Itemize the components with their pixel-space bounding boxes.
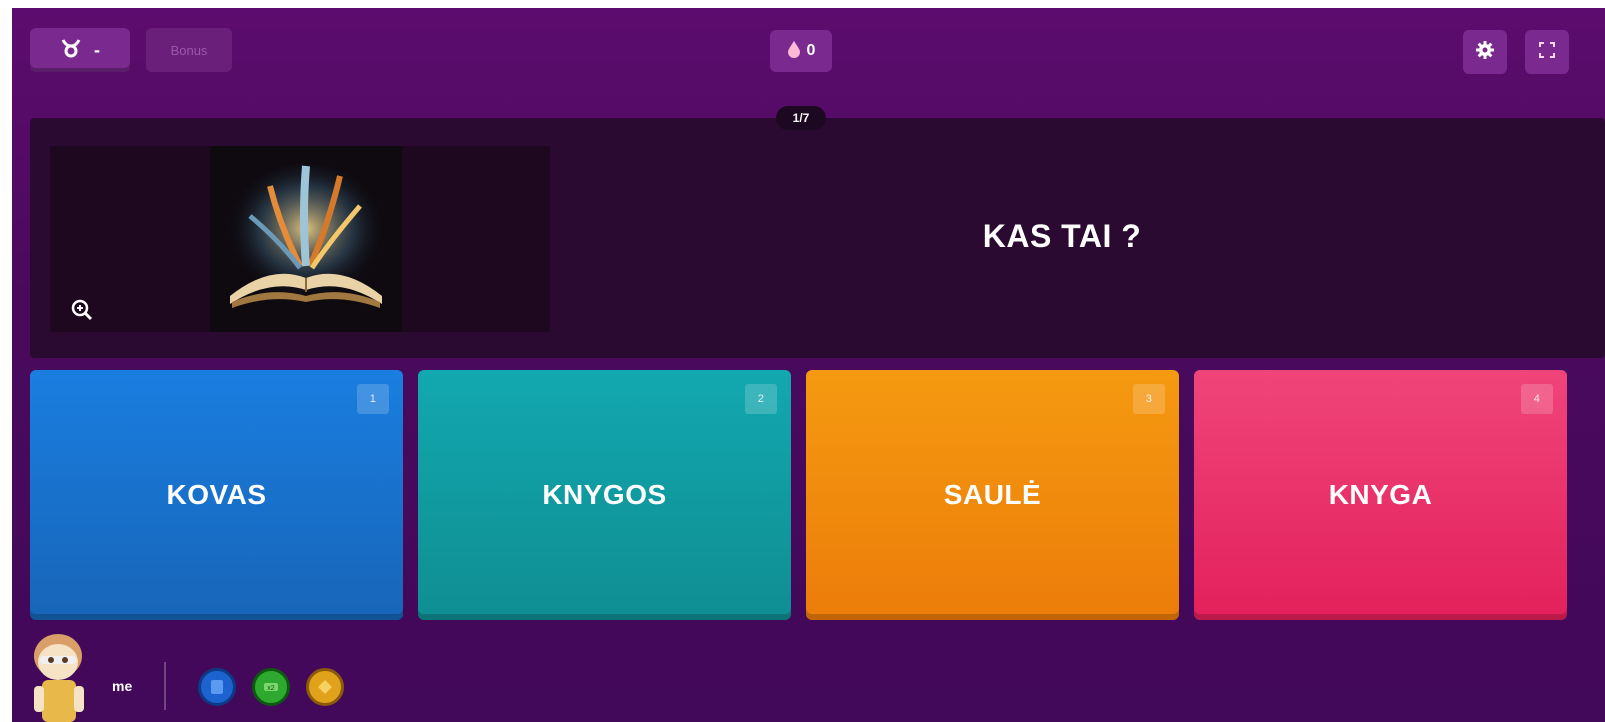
answer-option-4[interactable]: 4 KNYGA [1194,370,1567,620]
question-text: KAS TAI ? [982,218,1142,254]
book-illustration [210,146,402,332]
zoom-in-icon [70,299,94,326]
streak-label: - [94,39,100,60]
answer-label: KOVAS [166,479,267,510]
answer-option-3[interactable]: 3 SAULĖ [806,370,1179,620]
top-bar: - Bonus 0 [12,8,1605,98]
taurus-icon [60,37,82,64]
avatar [26,628,96,722]
bonus-button[interactable]: Bonus [146,28,232,72]
answer-option-2[interactable]: 2 KNYGOS [418,370,791,620]
settings-button[interactable] [1463,30,1507,74]
points-display: 0 [770,30,832,72]
gear-icon [1475,40,1495,65]
fullscreen-button[interactable] [1525,30,1569,74]
answer-label: KNYGA [1328,479,1433,510]
game-stage: - Bonus 0 1/7 KAS TAI ? 1 KOVAS 2 KNYGOS… [12,8,1605,722]
answer-label: KNYGOS [542,479,667,510]
green-powerup-icon[interactable]: x2 [252,668,290,706]
fullscreen-icon [1538,41,1556,64]
answer-number: 3 [1133,384,1165,414]
player-name: me [112,678,133,694]
answer-label: SAULĖ [943,479,1042,510]
drop-icon [787,40,801,63]
gold-powerup-icon[interactable] [306,668,344,706]
question-counter: 1/7 [776,106,826,130]
streak-button[interactable]: - [30,28,130,72]
answer-number: 1 [357,384,389,414]
answer-option-1[interactable]: 1 KOVAS [30,370,403,620]
question-image[interactable] [210,146,402,332]
divider [164,662,166,710]
zoom-button[interactable] [70,298,94,322]
answer-number: 4 [1521,384,1553,414]
blue-powerup-icon[interactable] [198,668,236,706]
svg-text:x2: x2 [267,685,275,692]
answer-number: 2 [745,384,777,414]
points-value: 0 [806,42,816,59]
player-bar: me x2 [12,620,1605,722]
